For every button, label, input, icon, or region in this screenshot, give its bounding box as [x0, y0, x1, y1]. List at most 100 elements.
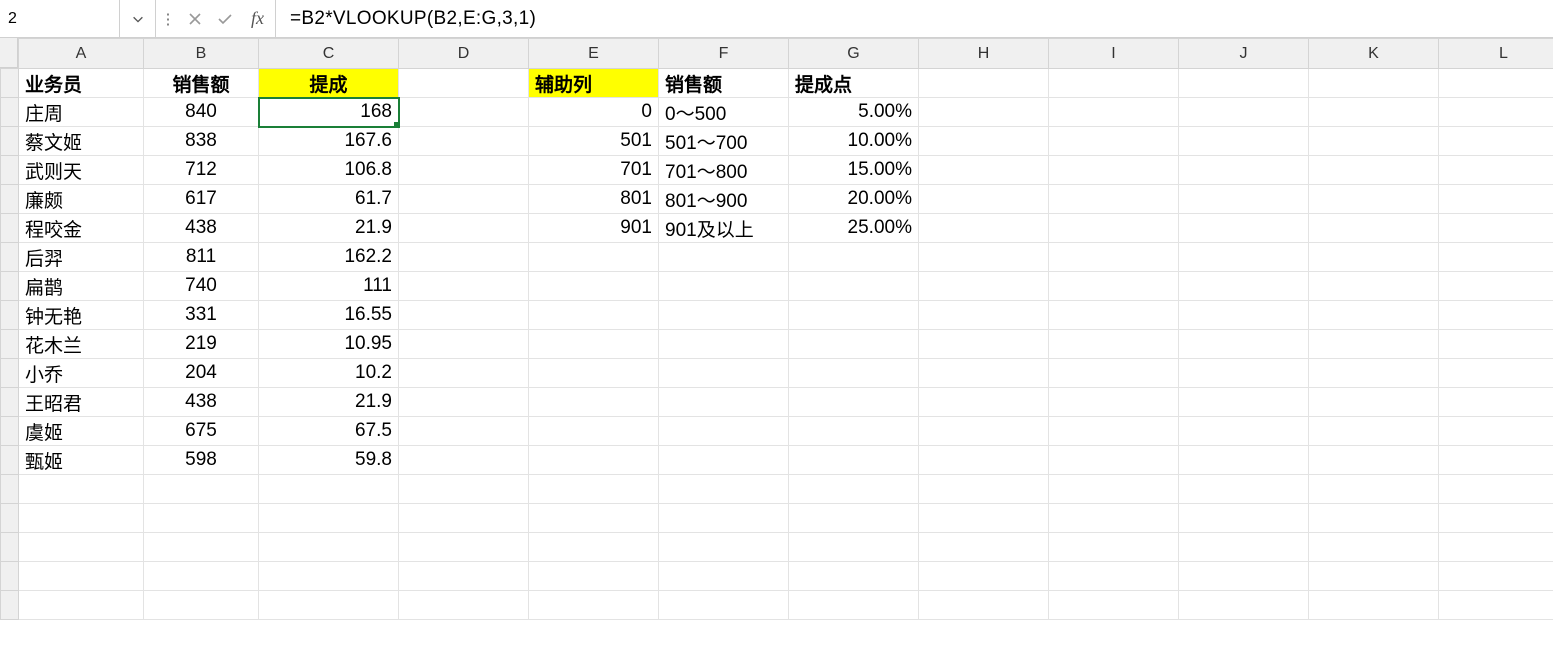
cell-L17[interactable] [1439, 533, 1553, 562]
cell-E5[interactable]: 801 [529, 185, 659, 214]
cell-L14[interactable] [1439, 446, 1553, 475]
row-header-4[interactable] [1, 156, 19, 185]
cell-F6[interactable]: 901及以上 [659, 214, 789, 243]
cell-I17[interactable] [1049, 533, 1179, 562]
cell-I8[interactable] [1049, 272, 1179, 301]
cell-J3[interactable] [1179, 127, 1309, 156]
enter-formula-button[interactable] [210, 0, 240, 37]
cell-F15[interactable] [659, 475, 789, 504]
cell-F9[interactable] [659, 301, 789, 330]
cell-G18[interactable] [789, 562, 919, 591]
cell-C15[interactable] [259, 475, 399, 504]
row-header-7[interactable] [1, 243, 19, 272]
cell-H9[interactable] [919, 301, 1049, 330]
cell-B6[interactable]: 438 [144, 214, 259, 243]
cell-D8[interactable] [399, 272, 529, 301]
cell-K7[interactable] [1309, 243, 1439, 272]
column-header-F[interactable]: F [659, 39, 789, 69]
cell-H17[interactable] [919, 533, 1049, 562]
cell-C19[interactable] [259, 591, 399, 620]
cell-B17[interactable] [144, 533, 259, 562]
cell-F8[interactable] [659, 272, 789, 301]
cell-C1[interactable]: 提成 [259, 69, 399, 98]
cell-J5[interactable] [1179, 185, 1309, 214]
cell-K19[interactable] [1309, 591, 1439, 620]
cell-J18[interactable] [1179, 562, 1309, 591]
cell-J11[interactable] [1179, 359, 1309, 388]
cell-A7[interactable]: 后羿 [19, 243, 144, 272]
cell-B2[interactable]: 840 [144, 98, 259, 127]
cell-A12[interactable]: 王昭君 [19, 388, 144, 417]
cancel-formula-button[interactable] [180, 0, 210, 37]
cell-L9[interactable] [1439, 301, 1553, 330]
cell-H19[interactable] [919, 591, 1049, 620]
cell-H10[interactable] [919, 330, 1049, 359]
cell-F10[interactable] [659, 330, 789, 359]
cell-G14[interactable] [789, 446, 919, 475]
cell-E18[interactable] [529, 562, 659, 591]
cell-L7[interactable] [1439, 243, 1553, 272]
cell-K15[interactable] [1309, 475, 1439, 504]
cell-A17[interactable] [19, 533, 144, 562]
cell-A3[interactable]: 蔡文姬 [19, 127, 144, 156]
cell-A8[interactable]: 扁鹊 [19, 272, 144, 301]
cell-A14[interactable]: 甄姬 [19, 446, 144, 475]
cell-J10[interactable] [1179, 330, 1309, 359]
cell-F17[interactable] [659, 533, 789, 562]
cell-B12[interactable]: 438 [144, 388, 259, 417]
cell-F11[interactable] [659, 359, 789, 388]
cell-J15[interactable] [1179, 475, 1309, 504]
cell-K1[interactable] [1309, 69, 1439, 98]
cell-L2[interactable] [1439, 98, 1553, 127]
cell-A10[interactable]: 花木兰 [19, 330, 144, 359]
cell-K6[interactable] [1309, 214, 1439, 243]
cell-G7[interactable] [789, 243, 919, 272]
cell-I11[interactable] [1049, 359, 1179, 388]
cell-I18[interactable] [1049, 562, 1179, 591]
cell-I7[interactable] [1049, 243, 1179, 272]
cell-I15[interactable] [1049, 475, 1179, 504]
cell-F14[interactable] [659, 446, 789, 475]
column-header-B[interactable]: B [144, 39, 259, 69]
cell-K17[interactable] [1309, 533, 1439, 562]
row-header-1[interactable] [1, 69, 19, 98]
cell-H6[interactable] [919, 214, 1049, 243]
cell-D18[interactable] [399, 562, 529, 591]
cell-J2[interactable] [1179, 98, 1309, 127]
cell-L12[interactable] [1439, 388, 1553, 417]
cell-A5[interactable]: 廉颇 [19, 185, 144, 214]
column-header-H[interactable]: H [919, 39, 1049, 69]
cell-H18[interactable] [919, 562, 1049, 591]
cell-B4[interactable]: 712 [144, 156, 259, 185]
cell-I9[interactable] [1049, 301, 1179, 330]
row-header-9[interactable] [1, 301, 19, 330]
cell-L11[interactable] [1439, 359, 1553, 388]
cell-D13[interactable] [399, 417, 529, 446]
cell-K13[interactable] [1309, 417, 1439, 446]
row-header-6[interactable] [1, 214, 19, 243]
cell-C13[interactable]: 67.5 [259, 417, 399, 446]
cell-F3[interactable]: 501～700 [659, 127, 789, 156]
cell-E4[interactable]: 701 [529, 156, 659, 185]
cell-C9[interactable]: 16.55 [259, 301, 399, 330]
row-header-12[interactable] [1, 388, 19, 417]
cell-F2[interactable]: 0～500 [659, 98, 789, 127]
cell-K4[interactable] [1309, 156, 1439, 185]
cell-E17[interactable] [529, 533, 659, 562]
cell-B11[interactable]: 204 [144, 359, 259, 388]
cell-F19[interactable] [659, 591, 789, 620]
cell-A19[interactable] [19, 591, 144, 620]
cell-D11[interactable] [399, 359, 529, 388]
cell-K14[interactable] [1309, 446, 1439, 475]
cell-B15[interactable] [144, 475, 259, 504]
cell-H15[interactable] [919, 475, 1049, 504]
cell-K12[interactable] [1309, 388, 1439, 417]
cell-E1[interactable]: 辅助列 [529, 69, 659, 98]
cell-D7[interactable] [399, 243, 529, 272]
cell-J17[interactable] [1179, 533, 1309, 562]
cell-I13[interactable] [1049, 417, 1179, 446]
cell-E14[interactable] [529, 446, 659, 475]
cell-J12[interactable] [1179, 388, 1309, 417]
cell-G12[interactable] [789, 388, 919, 417]
row-header-18[interactable] [1, 562, 19, 591]
